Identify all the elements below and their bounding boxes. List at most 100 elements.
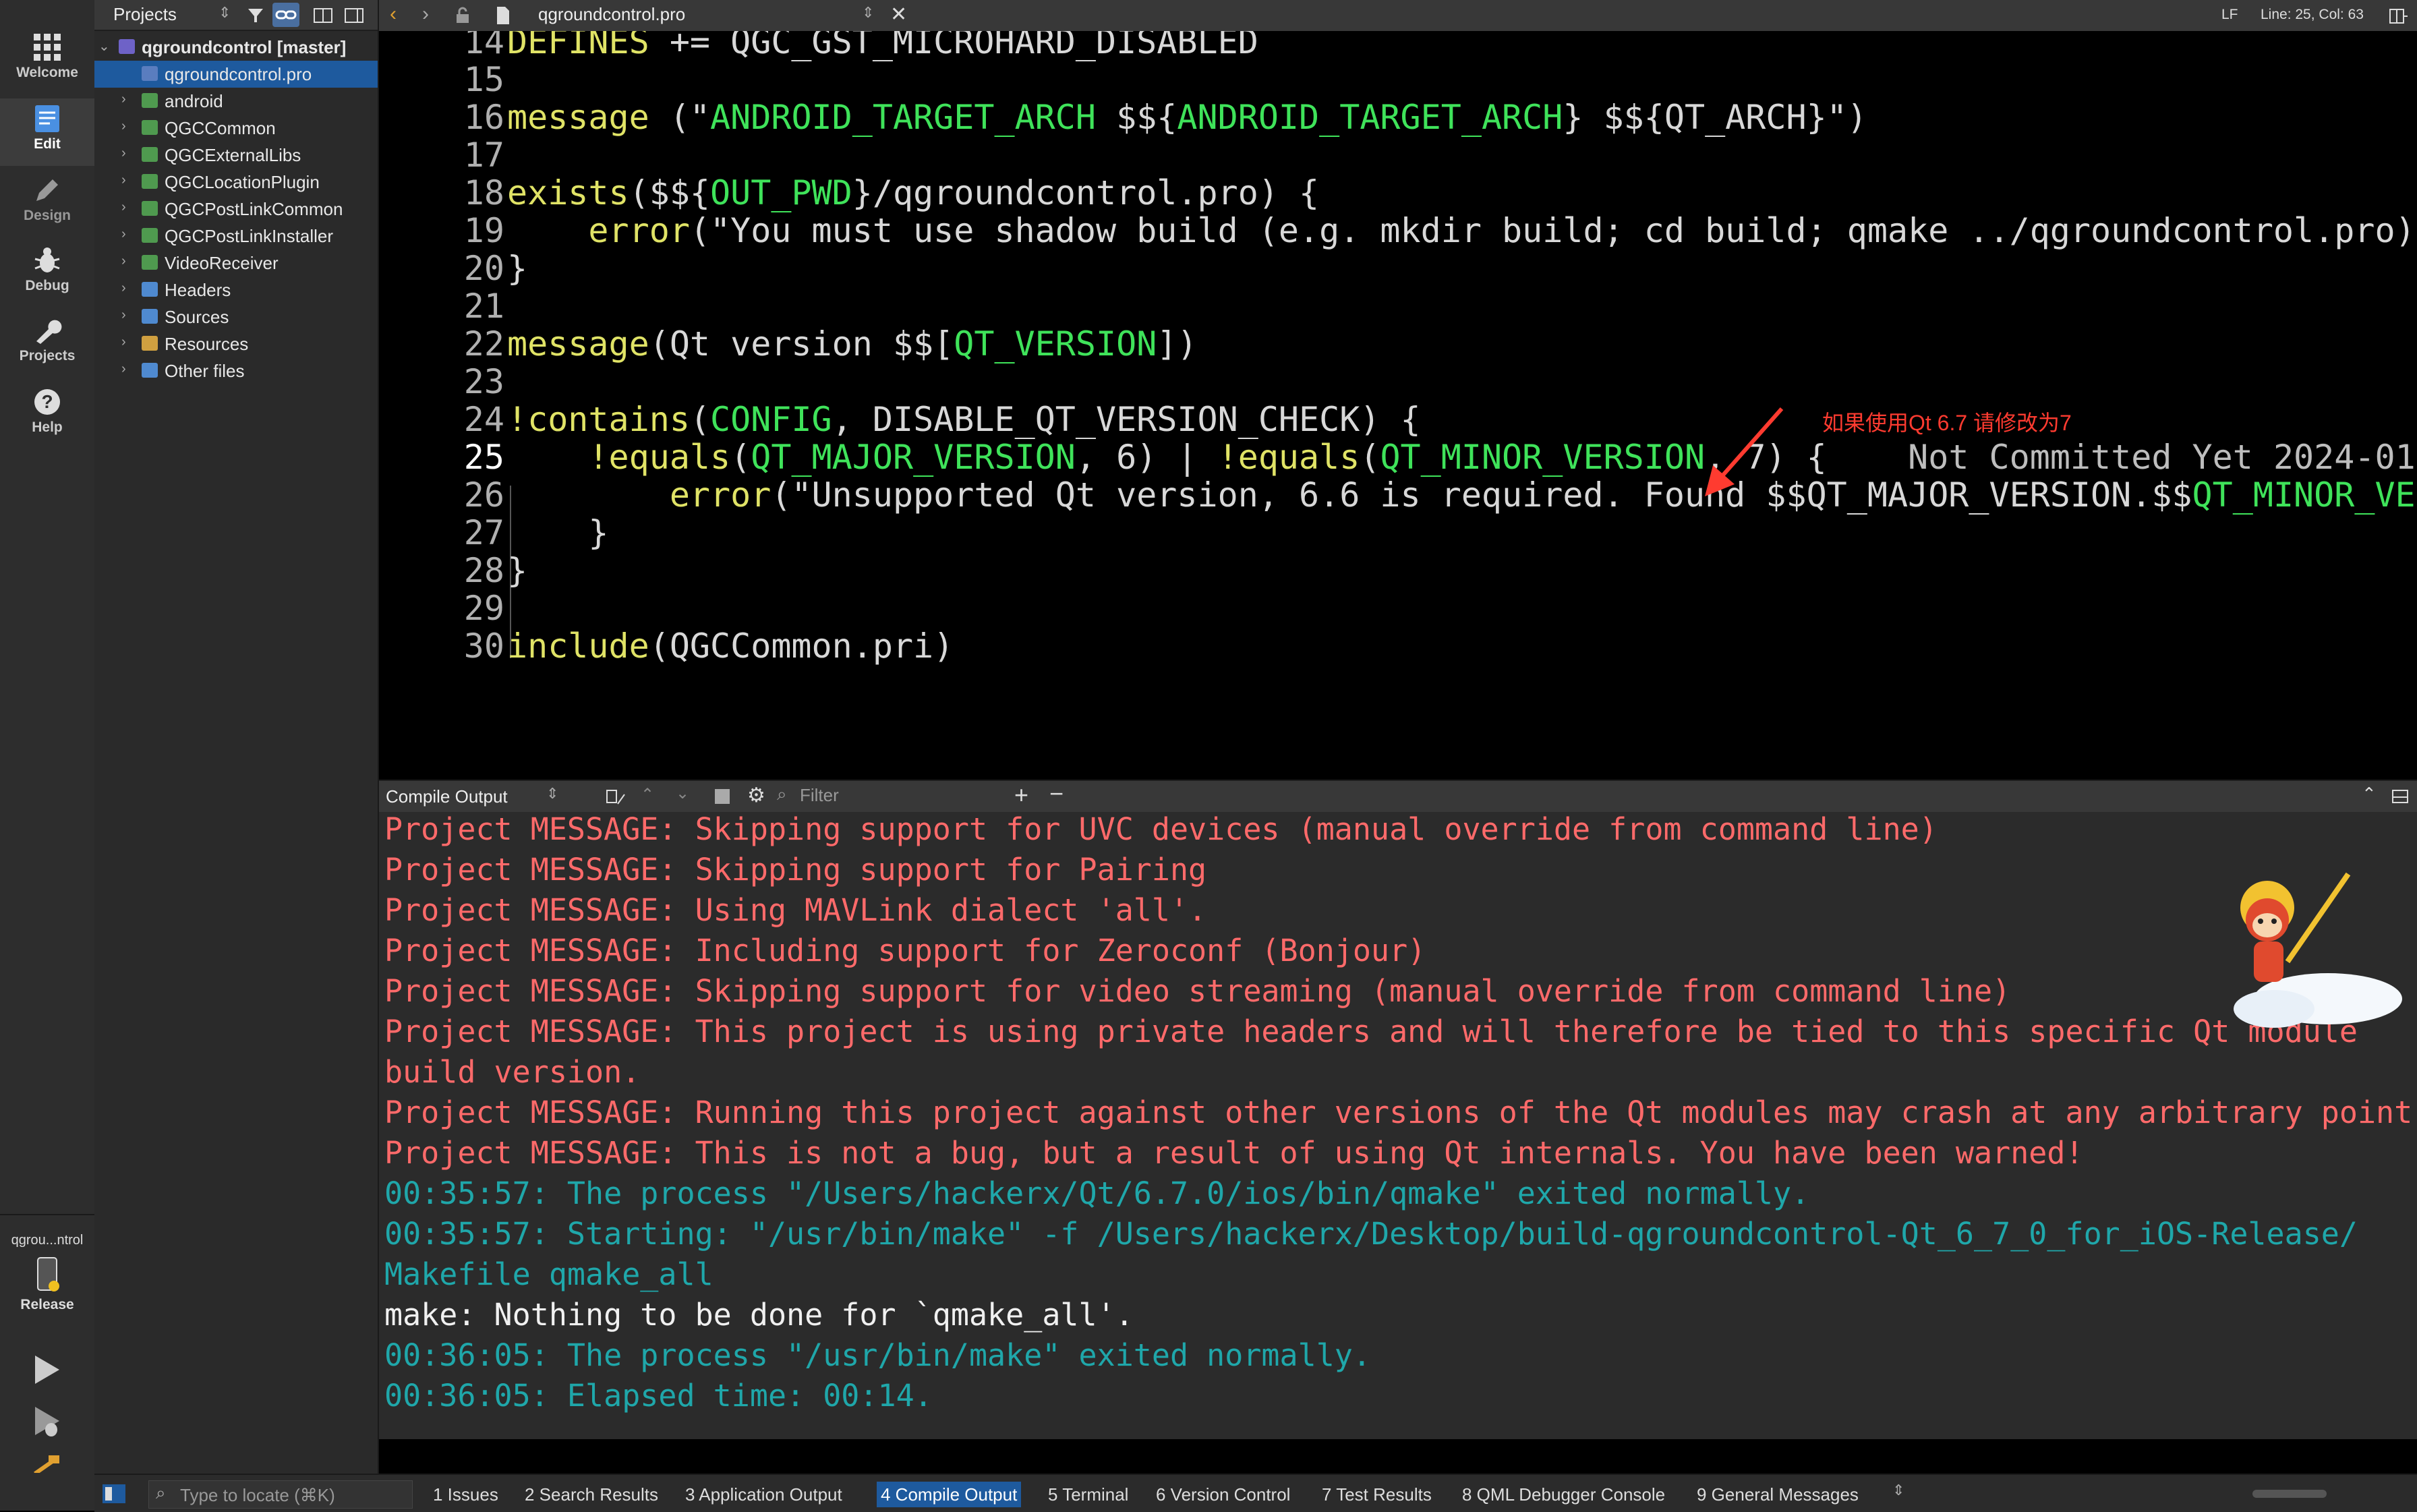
output-tab[interactable]: 3 Application Output [685,1484,842,1505]
code-line: 21 [379,285,2417,328]
chevron-down-icon[interactable]: ⌄ [98,38,110,55]
locator-input[interactable]: Type to locate (⌘K) [180,1485,335,1506]
output-tab[interactable]: 9 General Messages [1697,1484,1859,1505]
tree-item[interactable]: › Headers [94,277,378,303]
tree-item[interactable]: › VideoReceiver [94,250,378,277]
mode-edit[interactable]: Edit [0,98,94,166]
toggle-info-icon[interactable] [606,788,626,807]
cursor-position-indicator[interactable]: Line: 25, Col: 63 [2261,7,2364,23]
link-icon [275,10,297,20]
tree-item[interactable]: › Sources [94,303,378,330]
add-icon[interactable]: + [1014,781,1028,809]
chevron-updown-icon[interactable]: ⇕ [862,4,874,22]
output-tab[interactable]: 4 Compile Output [877,1482,1022,1507]
code-token: QT_MAJOR_VERSION [751,438,1076,477]
tree-item[interactable]: › QGCPostLinkCommon [94,196,378,223]
projects-panel: Projects ⇕ ⌄ qgroundcontrol [master] qgrou… [94,0,379,1474]
line-number: 30 [463,627,504,666]
code-line: 18exists($${OUT_PWD}/qgroundcontrol.pro)… [379,171,2417,214]
output-tab[interactable]: 1 Issues [433,1484,498,1505]
file-icon [497,7,509,24]
remove-icon[interactable]: − [1049,780,1064,808]
line-number: 20 [463,249,504,288]
previous-item-icon[interactable]: ⌃ [641,785,654,805]
code-line: 25 !equals(QT_MAJOR_VERSION, 6) | !equal… [379,436,2417,479]
output-tab[interactable]: 5 Terminal [1048,1484,1128,1505]
chevron-right-icon[interactable]: › [121,227,126,242]
lock-icon[interactable] [455,7,471,24]
split-editor-icon[interactable] [2389,8,2409,24]
filter-icon[interactable] [247,7,264,24]
tree-item[interactable]: › QGCCommon [94,115,378,142]
projects-view-selector[interactable]: Projects [113,4,177,25]
line-number: 24 [463,400,504,439]
mode-label: Projects [19,348,76,364]
run-icon[interactable] [31,1353,62,1387]
chevron-right-icon[interactable]: › [121,146,126,161]
chevron-updown-icon[interactable]: ⇕ [219,4,231,22]
mode-welcome[interactable]: Welcome [0,27,94,94]
chevron-right-icon[interactable]: › [121,92,126,107]
chevron-right-icon[interactable]: › [121,173,126,188]
next-item-icon[interactable]: ⌄ [676,784,689,803]
open-file-selector[interactable]: qgroundcontrol.pro [538,4,685,25]
chevron-updown-icon[interactable]: ⇕ [1892,1482,1904,1499]
folder-icon [142,228,158,243]
compile-output[interactable]: Project MESSAGE: Skipping support for UV… [379,812,2417,1439]
close-file-icon[interactable]: ✕ [890,3,907,26]
code-token: DEFINES [507,31,649,61]
back-arrow-icon[interactable]: ‹ [390,3,397,26]
chevron-right-icon[interactable]: › [121,361,126,377]
other-files-folder-icon [142,363,158,378]
code-token: } [507,551,528,590]
mode-projects[interactable]: Projects [0,310,94,378]
mode-help[interactable]: ? Help [0,382,94,449]
mode-debug[interactable]: Debug [0,240,94,308]
tree-item[interactable]: › QGCLocationPlugin [94,169,378,196]
output-line: Makefile qmake_all [384,1256,714,1292]
chevron-updown-icon[interactable]: ⇕ [546,785,558,803]
line-ending-indicator[interactable]: LF [2221,7,2238,23]
split-icon[interactable] [313,7,333,24]
output-tab[interactable]: 6 Version Control [1156,1484,1290,1505]
code-editor[interactable]: 14DEFINES += QGC_GST_MICROHARD_DISABLED 1… [379,31,2417,780]
filter-box[interactable]: ⌕ Filter [777,784,999,808]
stop-icon[interactable] [715,789,730,804]
output-tab[interactable]: 2 Search Results [525,1484,658,1505]
chevron-right-icon[interactable]: › [121,200,126,215]
tree-item[interactable]: qgroundcontrol.pro [94,61,378,88]
code-token: }/qgroundcontrol.pro) { [852,173,1320,212]
sync-link-button[interactable] [272,3,299,27]
tree-item[interactable]: ⌄ qgroundcontrol [master] [94,34,378,61]
chevron-right-icon[interactable]: › [121,281,126,296]
close-sidebar-icon[interactable] [344,7,364,24]
tree-item[interactable]: › QGCPostLinkInstaller [94,223,378,250]
mode-design[interactable]: Design [0,170,94,237]
debug-run-icon[interactable] [31,1404,62,1438]
build-hammer-icon[interactable] [31,1454,62,1473]
tree-item[interactable]: › android [94,88,378,115]
filter-input[interactable]: Filter [800,785,839,806]
status-bar: ⌕ Type to locate (⌘K) 1 Issues 2 Search R… [94,1474,2417,1512]
maximize-panel-icon[interactable]: ⌃ [2362,784,2377,805]
chevron-right-icon[interactable]: › [121,308,126,323]
chevron-right-icon[interactable]: › [121,335,126,350]
output-tab[interactable]: 7 Test Results [1322,1484,1432,1505]
code-line: 17 [379,134,2417,177]
forward-arrow-icon[interactable]: › [422,3,429,26]
chevron-right-icon[interactable]: › [121,119,126,134]
output-tab[interactable]: 8 QML Debugger Console [1462,1484,1665,1505]
tree-item[interactable]: › Resources [94,330,378,357]
tree-item[interactable]: › Other files [94,357,378,384]
locator[interactable]: ⌕ Type to locate (⌘K) [148,1480,413,1509]
kit-selector[interactable]: qgrou...ntrol Release [0,1214,94,1323]
toggle-sidebar-icon[interactable] [101,1483,127,1505]
close-panel-icon[interactable] [2391,789,2409,804]
mode-label: Edit [34,136,61,152]
gear-icon[interactable]: ⚙ [747,784,765,807]
folder-icon [142,174,158,189]
chevron-right-icon[interactable]: › [121,254,126,269]
code-token: ANDROID_TARGET_ARCH [1177,98,1563,137]
code-token: ($${ [629,173,711,212]
tree-item[interactable]: › QGCExternalLibs [94,142,378,169]
